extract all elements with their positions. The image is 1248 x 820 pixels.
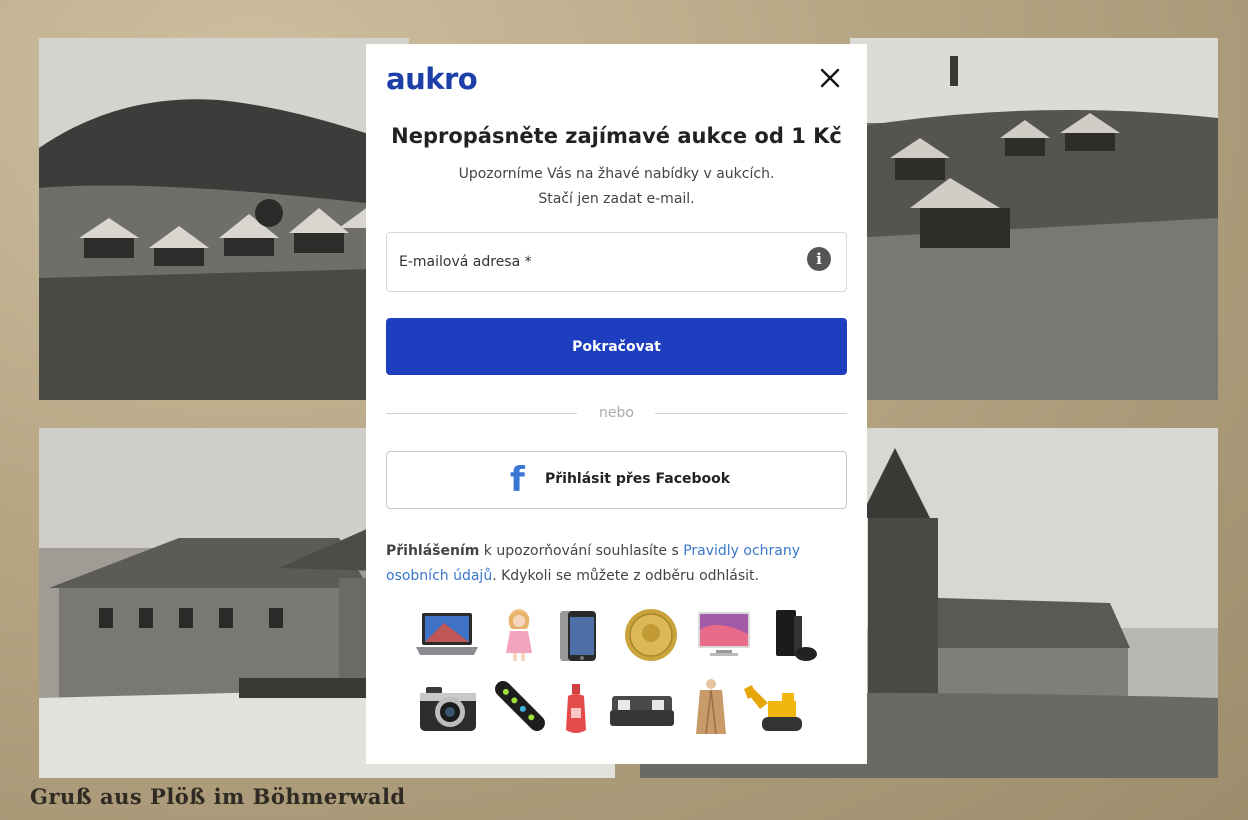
game-console-icon	[776, 610, 817, 661]
email-field: i	[386, 232, 847, 292]
email-input[interactable]	[387, 233, 846, 291]
toy-excavator-icon	[744, 685, 802, 731]
consent-bold: Přihlášením	[386, 543, 480, 559]
skateboard-icon	[495, 681, 545, 731]
subtitle-line-1: Upozorníme Vás na žhavé nabídky v aukcíc…	[458, 166, 775, 182]
sofa-icon	[610, 696, 674, 726]
subtitle-line-2: Stačí jen zadat e-mail.	[538, 191, 695, 207]
close-button[interactable]	[818, 66, 842, 90]
laptop-icon	[416, 613, 478, 655]
modal-headline: Nepropásněte zajímavé aukce od 1 Kč	[391, 124, 842, 148]
consent-text: Přihlášením k upozorňování souhlasíte s …	[386, 539, 847, 589]
facebook-login-label: Přihlásit přes Facebook	[545, 471, 731, 487]
smartphone-icon	[560, 611, 596, 661]
divider-line-right	[655, 413, 847, 414]
doll-icon	[506, 609, 532, 661]
gold-coin-icon	[625, 609, 677, 661]
facebook-login-button[interactable]: f Přihlásit přes Facebook	[386, 451, 847, 509]
coat-icon	[696, 679, 726, 735]
newsletter-modal: aukro Nepropásněte zajímavé aukce od 1 K…	[366, 44, 867, 764]
postcard-photo-village-hills	[39, 38, 409, 400]
perfume-icon	[566, 684, 586, 733]
or-divider: nebo	[386, 404, 847, 422]
camera-icon	[420, 687, 476, 731]
consent-text-2: . Kdykoli se můžete z odběru odhlásit.	[492, 568, 759, 584]
info-icon[interactable]: i	[807, 247, 831, 271]
close-icon	[820, 68, 840, 88]
postcard-caption: Gruß aus Plöß im Böhmerwald	[30, 784, 406, 809]
television-icon	[698, 612, 750, 656]
postcard-photo-village-church-hill	[850, 38, 1218, 400]
consent-text-1: k upozorňování souhlasíte s	[479, 543, 684, 559]
continue-button[interactable]: Pokračovat	[386, 318, 847, 375]
facebook-icon: f	[510, 460, 525, 500]
aukro-logo[interactable]: aukro	[386, 62, 478, 96]
modal-subtitle: Upozorníme Vás na žhavé nabídky v aukcíc…	[366, 162, 867, 212]
